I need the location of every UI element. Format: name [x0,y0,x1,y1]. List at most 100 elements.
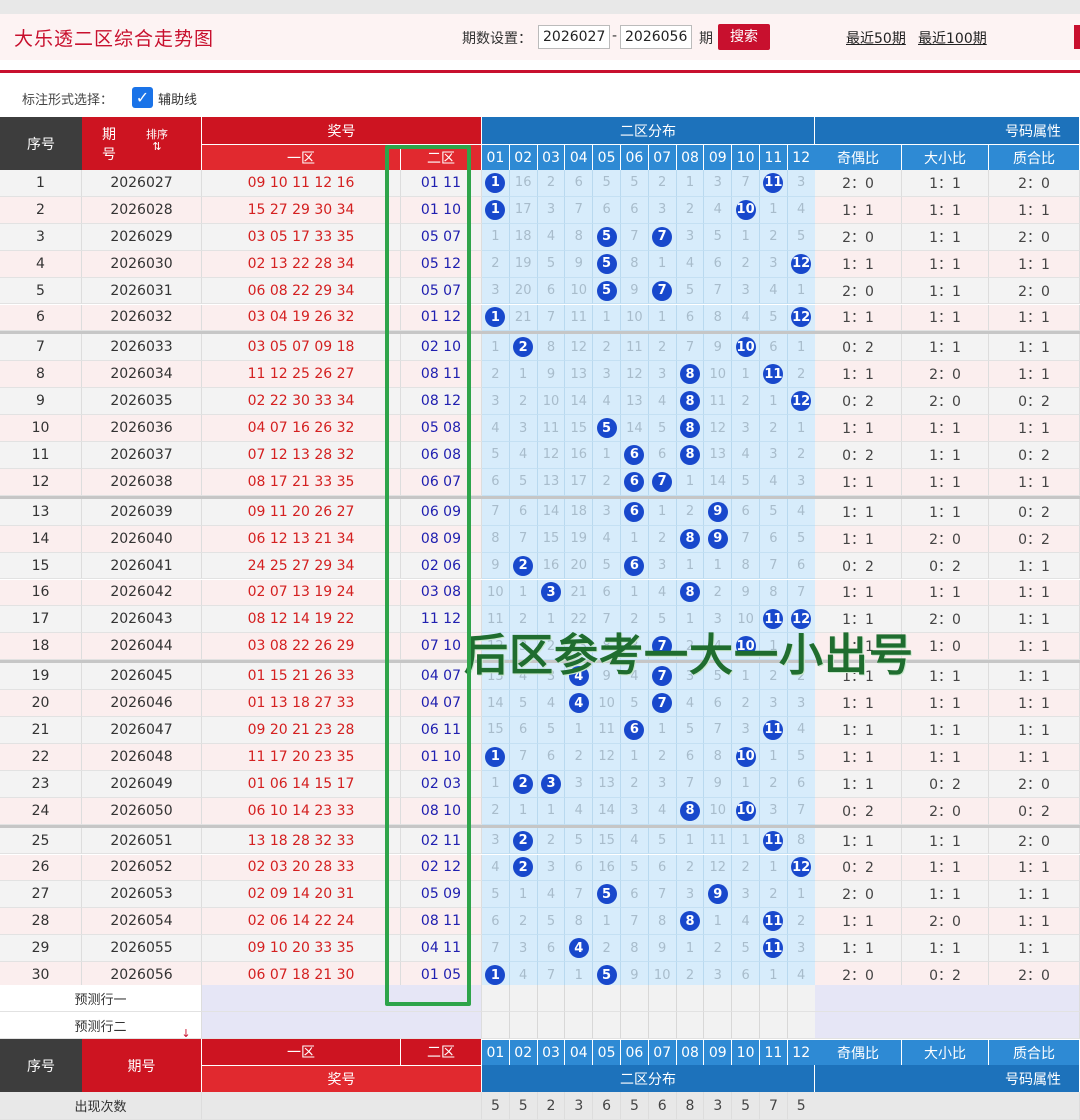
row-prime-composite: 0：2 [989,525,1080,553]
row-period: 2026052 [82,854,202,882]
distribution-cell: 6 [676,743,705,771]
predict-row-1-number-slot[interactable] [676,985,705,1012]
row-zone1-numbers: 03 05 07 09 18 [202,334,401,362]
distribution-cell: 5 [593,223,621,251]
predict-row-2-number-slot[interactable] [760,1012,788,1039]
distribution-cell: 8 [565,223,594,251]
drawn-ball: 8 [679,800,700,821]
drawn-ball: 7 [652,693,673,714]
predict-row-2-number-slot[interactable] [676,1012,705,1039]
sort-toggle[interactable]: 排序 ⇅ [146,129,168,153]
omission-count: 14 [626,420,643,436]
distribution-cell: 5 [787,223,816,251]
predict-row-2-number-slot[interactable] [509,1012,538,1039]
predict-row-2-number-slot[interactable] [537,1012,566,1039]
predict-row-2-number-slot[interactable] [648,1012,677,1039]
predict-row-2-input-area[interactable] [202,1012,482,1039]
distribution-cell: 9 [537,361,566,389]
aux-line-checkbox[interactable]: ✓ [132,87,153,108]
predict-row-1-number-slot[interactable] [732,985,760,1012]
predict-row-2-number-slot[interactable] [482,1012,510,1039]
distribution-cell: 9 [704,770,733,798]
omission-count: 7 [574,886,583,902]
distribution-cell: 4 [787,717,816,744]
predict-row-1-number-slot[interactable] [704,985,733,1012]
omission-count: 6 [741,967,750,983]
drawn-ball: 4 [568,693,589,714]
omission-count: 5 [491,447,500,463]
row-zone1-numbers: 03 04 19 26 32 [202,304,401,332]
distribution-cell: 7 [704,717,733,744]
predict-row-1-number-slot[interactable] [621,985,649,1012]
predict-expand-arrow-icon[interactable]: ↓ [178,1027,194,1039]
distribution-cell: 8 [565,908,594,936]
row-index: 26 [0,854,82,882]
row-prime-composite: 1：1 [989,250,1080,278]
omission-count: 1 [797,886,806,902]
distribution-cell: 4 [787,196,816,224]
predict-row-2-number-slot[interactable] [732,1012,760,1039]
predict-row-2-number-slot[interactable] [565,1012,594,1039]
predict-row-2-number-slot[interactable] [704,1012,733,1039]
predict-row-2-number-slot[interactable] [787,1012,816,1039]
omission-count: 11 [598,722,615,738]
omission-count: 1 [685,940,695,956]
omission-count: 6 [658,859,667,875]
row-index: 22 [0,743,82,771]
distribution-cell: 7 [648,468,677,496]
row-index: 13 [0,498,82,526]
distribution-cell: 14 [565,388,594,416]
predict-row-1-number-slot[interactable] [482,985,510,1012]
distribution-cell: 9 [621,277,649,305]
row-period: 2026041 [82,552,202,580]
omission-count: 1 [741,366,750,382]
row-odd-even: 1：1 [815,743,902,771]
search-button[interactable]: 搜索 [718,24,770,50]
range-start-input[interactable] [538,25,610,49]
header-edge-button[interactable] [1074,25,1080,49]
distribution-cell: 4 [760,468,788,496]
row-period: 2026039 [82,498,202,526]
row-period: 2026042 [82,579,202,607]
distribution-cell: 4 [482,415,510,442]
omission-count: 7 [630,913,639,929]
footer-idx: 序号 [0,1039,82,1092]
distribution-cell: 1 [482,223,510,251]
predict-row-1-number-slot[interactable] [565,985,594,1012]
header-period[interactable]: 期号 排序 ⇅ [82,117,202,170]
drawn-ball: 1 [485,172,506,193]
recent-100-link[interactable]: 最近100期 [918,28,987,48]
omission-count: 17 [514,202,532,218]
drawn-ball: 6 [624,444,645,465]
omission-count: 1 [741,229,750,245]
omission-count: 3 [769,695,778,711]
predict-row-1-number-slot[interactable] [787,985,816,1012]
footer-attributes: 号码属性 [815,1065,1080,1092]
predict-row-1-number-slot[interactable] [537,985,566,1012]
header-prime-composite: 质合比 [989,144,1080,170]
predict-row-1-number-slot[interactable] [593,985,621,1012]
recent-50-link[interactable]: 最近50期 [846,28,906,48]
range-end-input[interactable] [620,25,692,49]
predict-row-1-number-slot[interactable] [760,985,788,1012]
drawn-ball: 11 [763,364,784,385]
omission-count: 3 [491,393,500,409]
row-big-small: 1：1 [902,717,989,744]
row-odd-even: 1：1 [815,717,902,744]
distribution-cell: 2 [676,854,705,882]
omission-count: 15 [542,531,560,547]
omission-count: 2 [741,393,750,409]
predict-row-2-number-slot[interactable] [621,1012,649,1039]
distribution-cell: 1 [648,717,677,744]
predict-row-1-number-slot[interactable] [648,985,677,1012]
distribution-cell: 8 [676,361,705,389]
row-big-small: 1：1 [902,935,989,963]
omission-count: 21 [514,309,532,325]
predict-row-1-number-slot[interactable] [509,985,538,1012]
drawn-ball: 3 [540,582,561,603]
predict-row-2-number-slot[interactable] [593,1012,621,1039]
drawn-ball: 8 [679,444,700,465]
drawn-ball: 8 [679,582,700,603]
omission-count: 7 [741,175,750,191]
distribution-cell: 1 [482,170,510,197]
